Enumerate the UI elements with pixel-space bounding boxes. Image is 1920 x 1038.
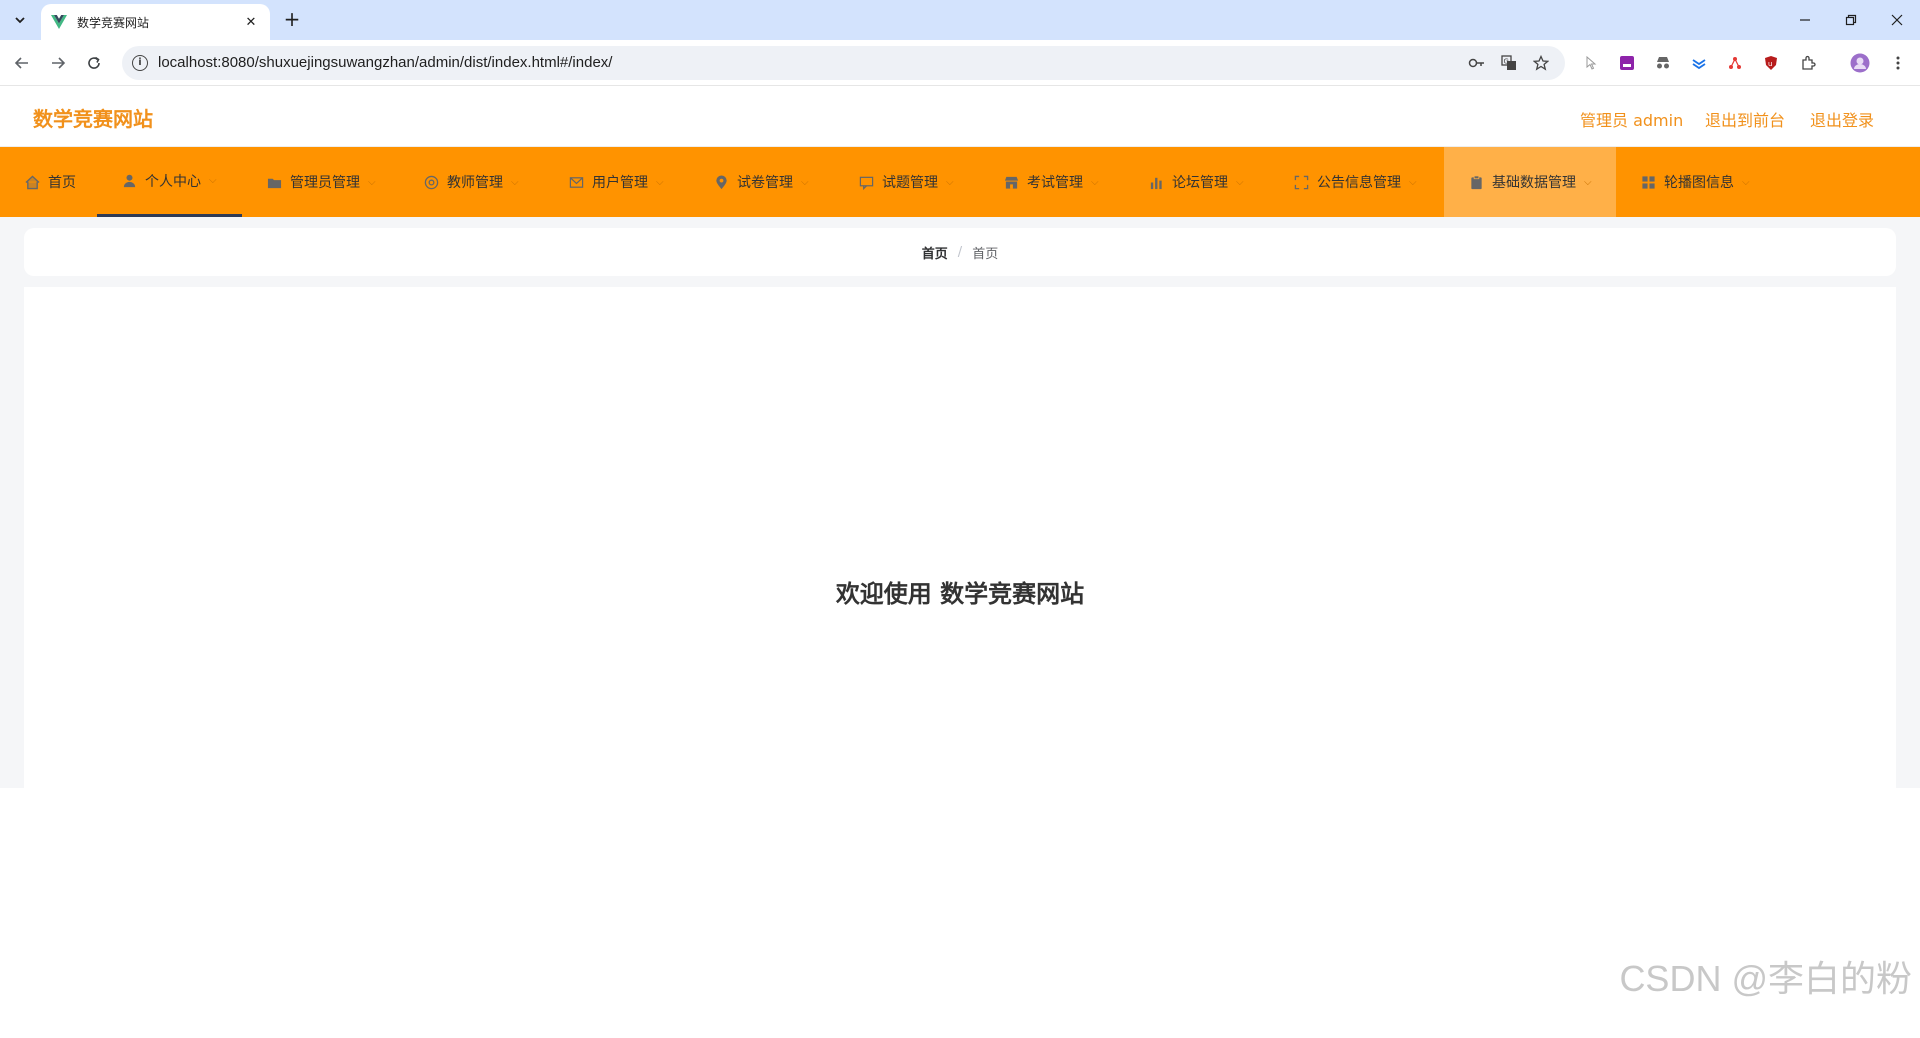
csdn-watermark: CSDN @李白的粉 — [1619, 958, 1912, 999]
nav-item-carousel-info[interactable]: 轮播图信息 ⌵ — [1616, 147, 1771, 217]
browser-tab-strip: 数学竞赛网站 ✕ + — [0, 0, 1920, 40]
logout-link[interactable]: 退出登录 — [1810, 107, 1874, 131]
chevron-down-icon: ⌵ — [209, 175, 217, 186]
window-close-icon[interactable] — [1877, 0, 1917, 40]
close-icon[interactable]: ✕ — [242, 13, 260, 31]
nav-label: 试卷管理 — [737, 175, 793, 191]
chevron-down-icon: ⌵ — [1584, 176, 1592, 188]
extensions-puzzle-icon[interactable] — [1798, 53, 1818, 73]
ublock-shield-icon[interactable]: u — [1761, 53, 1781, 73]
app-header: 数学竞赛网站 管理员 admin 退出到前台 退出登录 — [0, 87, 1920, 147]
reload-icon[interactable] — [82, 51, 106, 75]
red-network-extension-icon[interactable] — [1725, 53, 1745, 73]
nav-label: 首页 — [48, 175, 76, 191]
chevron-down-icon: ⌵ — [656, 176, 664, 188]
translate-icon[interactable]: G — [1500, 54, 1518, 72]
svg-text:G: G — [1504, 58, 1509, 66]
chevron-down-icon: ⌵ — [1236, 176, 1244, 188]
message-icon — [858, 174, 874, 190]
circle-icon — [423, 174, 439, 190]
address-bar[interactable]: i localhost:8080/shuxuejingsuwangzhan/ad… — [122, 46, 1565, 80]
tab-title: 数学竞赛网站 — [77, 15, 150, 30]
welcome-message: 欢迎使用 数学竞赛网站 — [835, 580, 1085, 608]
new-tab-plus-icon[interactable]: + — [280, 8, 304, 32]
location-icon — [713, 174, 729, 190]
grid-icon — [1640, 174, 1656, 190]
nav-label: 基础数据管理 — [1492, 175, 1576, 191]
chart-icon — [1148, 174, 1164, 190]
minimize-icon[interactable] — [1785, 0, 1825, 40]
browser-toolbar: i localhost:8080/shuxuejingsuwangzhan/ad… — [0, 40, 1920, 86]
user-icon — [121, 173, 137, 189]
shop-icon — [1003, 174, 1019, 190]
chevron-down-icon: ⌵ — [946, 176, 954, 188]
purple-extension-icon[interactable] — [1617, 53, 1637, 73]
nav-item-exam-management[interactable]: 考试管理 ⌵ — [979, 147, 1124, 217]
svg-text:u: u — [1768, 60, 1772, 68]
chevron-down-icon: ⌵ — [1091, 176, 1099, 188]
exit-to-front-link[interactable]: 退出到前台 — [1705, 107, 1785, 131]
nav-item-teacher-management[interactable]: 教师管理 ⌵ — [399, 147, 544, 217]
restore-icon[interactable] — [1831, 0, 1871, 40]
mail-icon — [568, 174, 584, 190]
fullscreen-icon — [1293, 174, 1309, 190]
bookmark-star-icon[interactable] — [1532, 54, 1550, 72]
chevron-down-icon: ⌵ — [1742, 176, 1750, 188]
nav-item-basic-data-management[interactable]: 基础数据管理 ⌵ — [1444, 147, 1616, 217]
chevron-down-icon: ⌵ — [368, 176, 376, 188]
admin-user-label: 管理员 admin — [1580, 111, 1684, 130]
back-arrow-icon[interactable] — [10, 51, 34, 75]
nav-label: 考试管理 — [1027, 175, 1083, 191]
cursor-extension-icon[interactable] — [1582, 53, 1602, 73]
nav-label: 论坛管理 — [1172, 175, 1228, 191]
nav-item-admin-management[interactable]: 管理员管理 ⌵ — [242, 147, 399, 217]
nav-item-paper-management[interactable]: 试卷管理 ⌵ — [689, 147, 834, 217]
browser-menu-dots-icon[interactable] — [1888, 53, 1908, 73]
incognito-extension-icon[interactable] — [1653, 53, 1673, 73]
breadcrumb-separator: / — [957, 244, 963, 260]
nav-item-home[interactable]: 首页 — [0, 147, 97, 217]
nav-label: 试题管理 — [882, 175, 938, 191]
main-nav-menu: 首页 个人中心 ⌵ 管理员管理 ⌵ 教师管理 ⌵ 用户管理 ⌵ 试卷管理 ⌵ 试… — [0, 147, 1920, 217]
profile-avatar-icon[interactable] — [1850, 53, 1870, 73]
nav-label: 轮播图信息 — [1664, 175, 1734, 191]
forward-arrow-icon[interactable] — [46, 51, 70, 75]
breadcrumb-item-home[interactable]: 首页 — [922, 243, 948, 262]
nav-label: 用户管理 — [592, 175, 648, 191]
breadcrumb-item-current: 首页 — [972, 246, 999, 262]
vue-favicon-icon — [51, 14, 67, 30]
nav-item-notice-management[interactable]: 公告信息管理 ⌵ — [1269, 147, 1444, 217]
site-info-icon[interactable]: i — [132, 55, 148, 71]
browser-tab[interactable]: 数学竞赛网站 ✕ — [41, 4, 270, 40]
chevron-down-icon: ⌵ — [801, 176, 809, 188]
nav-label: 管理员管理 — [290, 175, 360, 191]
password-key-icon[interactable] — [1468, 54, 1486, 72]
url-text: localhost:8080/shuxuejingsuwangzhan/admi… — [158, 54, 613, 71]
layers-extension-icon[interactable] — [1689, 53, 1709, 73]
nav-item-forum-management[interactable]: 论坛管理 ⌵ — [1124, 147, 1269, 217]
chevron-down-icon: ⌵ — [1409, 176, 1417, 188]
site-title: 数学竞赛网站 — [33, 107, 153, 131]
folder-icon — [266, 174, 282, 190]
nav-label: 个人中心 — [145, 173, 201, 190]
main-content-card — [24, 287, 1896, 788]
nav-item-personal-center[interactable]: 个人中心 ⌵ — [97, 147, 242, 217]
nav-item-user-management[interactable]: 用户管理 ⌵ — [544, 147, 689, 217]
nav-label: 教师管理 — [447, 175, 503, 191]
nav-label: 公告信息管理 — [1317, 175, 1401, 191]
tab-list-chevron-icon[interactable] — [6, 8, 34, 32]
chevron-down-icon: ⌵ — [511, 176, 519, 188]
nav-item-question-management[interactable]: 试题管理 ⌵ — [834, 147, 979, 217]
clipboard-icon — [1468, 174, 1484, 190]
home-icon — [24, 174, 40, 190]
breadcrumb: 首页 / 首页 — [24, 228, 1896, 276]
